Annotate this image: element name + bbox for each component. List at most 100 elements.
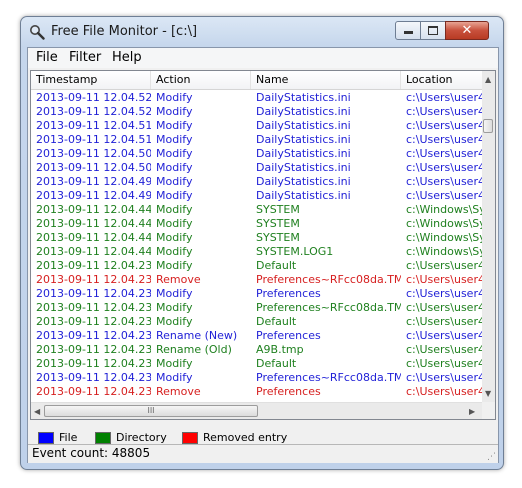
table-row[interactable]: 2013-09-11 12.04.23 Remove Preferences c:\U… xyxy=(31,385,482,399)
cell-timestamp: 2013-09-11 12.04.52 xyxy=(36,105,151,118)
cell-location: c:\Windows\Sy xyxy=(406,203,482,216)
cell-location: c:\Users\user4 xyxy=(406,91,482,104)
cell-timestamp: 2013-09-11 12.04.49 xyxy=(36,189,151,202)
menu-help[interactable]: Help xyxy=(112,50,142,65)
cell-name: DailyStatistics.ini xyxy=(256,91,351,104)
table-row[interactable]: 2013-09-11 12.04.23 Modify Preferences c:\U… xyxy=(31,287,482,301)
resize-grip-icon[interactable]: ⋰ xyxy=(487,452,496,462)
legend-swatch-directory xyxy=(95,432,111,444)
cell-action: Modify xyxy=(156,371,193,384)
cell-timestamp: 2013-09-11 12.04.51 xyxy=(36,133,151,146)
cell-action: Modify xyxy=(156,91,193,104)
table-row[interactable]: 2013-09-11 12.04.50 Modify DailyStatistics… xyxy=(31,147,482,161)
column-header-location[interactable]: Location xyxy=(401,71,482,89)
cell-name: Preferences xyxy=(256,287,321,300)
cell-action: Remove xyxy=(156,385,201,398)
scroll-left-icon[interactable]: ◀ xyxy=(34,407,40,416)
cell-timestamp: 2013-09-11 12.04.51 xyxy=(36,119,151,132)
cell-action: Modify xyxy=(156,133,193,146)
table-row[interactable]: 2013-09-11 12.04.23 Remove Preferences~RFc… xyxy=(31,273,482,287)
legend-swatch-removed xyxy=(182,432,198,444)
menu-bar: File Filter Help xyxy=(28,48,498,68)
table-row[interactable]: 2013-09-11 12.04.51 Modify DailyStatistics… xyxy=(31,119,482,133)
scroll-up-icon[interactable]: ▲ xyxy=(485,75,491,84)
table-row[interactable]: 2013-09-11 12.04.44 Modify SYSTEM c:\Window… xyxy=(31,231,482,245)
cell-timestamp: 2013-09-11 12.04.52 xyxy=(36,91,151,104)
cell-name: DailyStatistics.ini xyxy=(256,119,351,132)
cell-action: Rename (Old) xyxy=(156,343,232,356)
cell-action: Modify xyxy=(156,147,193,160)
vertical-scrollbar[interactable]: ▲ ▼ xyxy=(482,71,495,402)
cell-name: SYSTEM xyxy=(256,231,300,244)
cell-action: Remove xyxy=(156,273,201,286)
cell-timestamp: 2013-09-11 12.04.23 xyxy=(36,357,151,370)
event-list[interactable]: Timestamp Action Name Location 2013-09-1… xyxy=(30,70,496,420)
menu-file[interactable]: File xyxy=(36,50,58,65)
legend-swatch-file xyxy=(38,432,54,444)
cell-location: c:\Users\user4 xyxy=(406,161,482,174)
menu-filter[interactable]: Filter xyxy=(69,50,101,65)
cell-name: SYSTEM.LOG1 xyxy=(256,245,334,258)
cell-action: Modify xyxy=(156,301,193,314)
cell-location: c:\Windows\Sy xyxy=(406,245,482,258)
scroll-down-icon[interactable]: ▼ xyxy=(485,389,491,398)
cell-name: Preferences~RFcc08da.TMP xyxy=(256,301,401,314)
table-row[interactable]: 2013-09-11 12.04.52 Modify DailyStatistics… xyxy=(31,105,482,119)
cell-action: Modify xyxy=(156,245,193,258)
close-button[interactable]: ✕ xyxy=(445,21,489,40)
cell-action: Modify xyxy=(156,161,193,174)
cell-timestamp: 2013-09-11 12.04.44 xyxy=(36,203,151,216)
table-row[interactable]: 2013-09-11 12.04.23 Modify Preferences~RFc… xyxy=(31,301,482,315)
cell-timestamp: 2013-09-11 12.04.23 xyxy=(36,343,151,356)
list-rows: 2013-09-11 12.04.52 Modify DailyStatistics… xyxy=(31,91,482,399)
cell-location: c:\Users\user4 xyxy=(406,343,482,356)
minimize-button[interactable] xyxy=(395,21,421,40)
table-row[interactable]: 2013-09-11 12.04.44 Modify SYSTEM c:\Window… xyxy=(31,203,482,217)
cell-name: Default xyxy=(256,357,297,370)
table-row[interactable]: 2013-09-11 12.04.23 Modify Default c:\Users… xyxy=(31,357,482,371)
cell-action: Modify xyxy=(156,315,193,328)
cell-action: Rename (New) xyxy=(156,329,238,342)
close-icon: ✕ xyxy=(461,23,473,38)
cell-timestamp: 2013-09-11 12.04.23 xyxy=(36,301,151,314)
table-row[interactable]: 2013-09-11 12.04.23 Modify Default c:\Users… xyxy=(31,259,482,273)
table-row[interactable]: 2013-09-11 12.04.49 Modify DailyStatistics… xyxy=(31,175,482,189)
cell-location: c:\Users\user4 xyxy=(406,315,482,328)
table-row[interactable]: 2013-09-11 12.04.44 Modify SYSTEM c:\Window… xyxy=(31,217,482,231)
title-bar[interactable]: Free File Monitor - [c:\] ✕ xyxy=(21,17,503,47)
horizontal-scroll-thumb[interactable]: III xyxy=(44,405,258,417)
cell-location: c:\Users\user4 xyxy=(406,357,482,370)
cell-name: DailyStatistics.ini xyxy=(256,161,351,174)
maximize-icon xyxy=(421,22,445,39)
cell-timestamp: 2013-09-11 12.04.23 xyxy=(36,259,151,272)
table-row[interactable]: 2013-09-11 12.04.23 Rename (New) Preferenc… xyxy=(31,329,482,343)
list-header: Timestamp Action Name Location xyxy=(31,71,482,90)
cell-timestamp: 2013-09-11 12.04.23 xyxy=(36,287,151,300)
cell-location: c:\Users\user4 xyxy=(406,259,482,272)
cell-action: Modify xyxy=(156,175,193,188)
scroll-right-icon[interactable]: ▶ xyxy=(469,407,475,416)
cell-timestamp: 2013-09-11 12.04.23 xyxy=(36,273,151,286)
column-header-timestamp[interactable]: Timestamp xyxy=(31,71,151,89)
table-row[interactable]: 2013-09-11 12.04.51 Modify DailyStatistics… xyxy=(31,133,482,147)
cell-timestamp: 2013-09-11 12.04.50 xyxy=(36,161,151,174)
cell-location: c:\Users\user4 xyxy=(406,175,482,188)
table-row[interactable]: 2013-09-11 12.04.23 Rename (Old) A9B.tmp c:… xyxy=(31,343,482,357)
column-header-action[interactable]: Action xyxy=(151,71,251,89)
vertical-scroll-thumb[interactable] xyxy=(483,119,493,133)
table-row[interactable]: 2013-09-11 12.04.23 Modify Preferences~RFc… xyxy=(31,371,482,385)
cell-action: Modify xyxy=(156,357,193,370)
cell-name: Default xyxy=(256,315,297,328)
cell-action: Modify xyxy=(156,119,193,132)
table-row[interactable]: 2013-09-11 12.04.44 Modify SYSTEM.LOG1 c:\W… xyxy=(31,245,482,259)
cell-name: SYSTEM xyxy=(256,203,300,216)
cell-timestamp: 2013-09-11 12.04.44 xyxy=(36,231,151,244)
event-count: Event count: 48805 xyxy=(32,446,151,460)
table-row[interactable]: 2013-09-11 12.04.23 Modify Default c:\Users… xyxy=(31,315,482,329)
table-row[interactable]: 2013-09-11 12.04.52 Modify DailyStatistics… xyxy=(31,91,482,105)
maximize-button[interactable] xyxy=(420,21,446,40)
table-row[interactable]: 2013-09-11 12.04.50 Modify DailyStatistics… xyxy=(31,161,482,175)
table-row[interactable]: 2013-09-11 12.04.49 Modify DailyStatistics… xyxy=(31,189,482,203)
horizontal-scrollbar[interactable]: ◀ III ▶ xyxy=(31,402,482,419)
column-header-name[interactable]: Name xyxy=(251,71,401,89)
